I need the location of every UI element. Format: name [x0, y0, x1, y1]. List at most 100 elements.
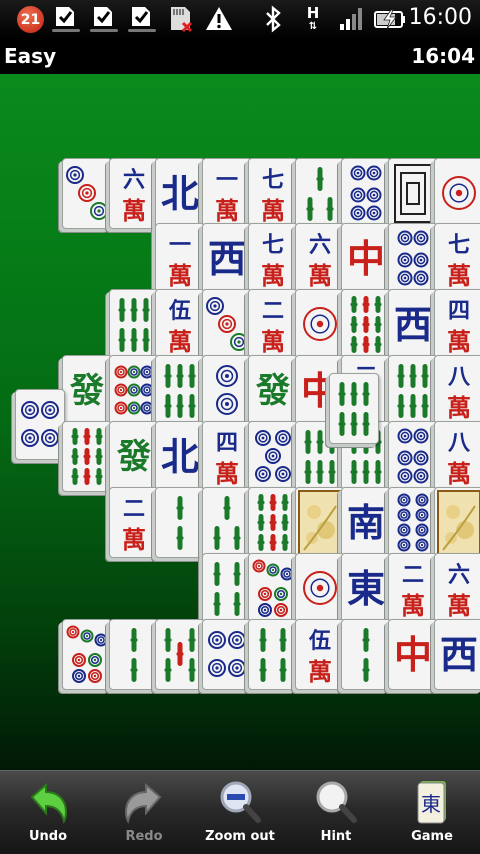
mahjong-tile[interactable] [109, 619, 159, 690]
tile-face-bamboo [164, 364, 196, 418]
tile-face-bamboo [350, 296, 382, 353]
status-clock: 16:00 [408, 5, 472, 30]
mahjong-tile[interactable] [202, 355, 252, 426]
tile-face-bamboo [306, 167, 334, 221]
mahjong-tile-character[interactable]: 六萬 [295, 223, 345, 294]
mahjong-tile-dragon[interactable]: 中 [341, 223, 391, 294]
mahjong-tile-character[interactable]: 二萬 [248, 289, 298, 360]
mahjong-tile-character[interactable]: 一萬 [155, 223, 205, 294]
svg-text:萬: 萬 [447, 591, 471, 620]
mahjong-tile-wind[interactable]: 南 [341, 487, 391, 558]
tile-face-character: 一萬 [168, 232, 192, 290]
svg-text:七: 七 [448, 232, 470, 258]
mahjong-tile-dragon[interactable]: 發 [248, 355, 298, 426]
svg-text:西: 西 [208, 236, 246, 281]
mahjong-tile-character[interactable]: 六萬 [109, 158, 159, 229]
tile-face-bamboo [176, 496, 184, 550]
tile-face-dragon: 中 [347, 236, 385, 281]
mahjong-tile-dragon[interactable]: 發 [109, 421, 159, 492]
svg-text:萬: 萬 [122, 525, 146, 554]
mahjong-tile[interactable] [388, 223, 438, 294]
mahjong-tile[interactable] [62, 158, 112, 229]
svg-text:六: 六 [123, 167, 145, 193]
tile-face-character: 一萬 [215, 167, 239, 225]
mahjong-tile[interactable] [295, 487, 345, 558]
game-title-bar: Easy 16:04 [0, 38, 480, 74]
mahjong-tile-dragon[interactable]: 發 [62, 355, 112, 426]
svg-text:西: 西 [394, 302, 432, 347]
tile-face-bamboo [164, 628, 196, 682]
mahjong-tile[interactable] [62, 619, 112, 690]
mahjong-tile[interactable] [109, 289, 159, 360]
redo-arrow-icon [124, 782, 162, 824]
tile-face-character: 六萬 [447, 562, 471, 620]
mahjong-tile-wind[interactable]: 西 [388, 289, 438, 360]
mahjong-tile[interactable] [15, 389, 65, 460]
mahjong-tile[interactable] [202, 619, 252, 690]
mahjong-tile-character[interactable]: 八萬 [434, 355, 480, 426]
mahjong-tile-wind[interactable]: 西 [202, 223, 252, 294]
svg-text:萬: 萬 [261, 327, 285, 356]
mahjong-tile[interactable] [434, 487, 480, 558]
bluetooth-icon [266, 5, 281, 33]
svg-text:萬: 萬 [215, 459, 239, 488]
mahjong-tile[interactable] [155, 355, 205, 426]
svg-text:發: 發 [255, 371, 290, 411]
mahjong-tile[interactable] [341, 158, 391, 229]
mahjong-tile[interactable] [295, 289, 345, 360]
mahjong-tile[interactable] [248, 421, 298, 492]
mahjong-tile[interactable] [202, 553, 252, 624]
undo-button[interactable]: Undo [0, 771, 96, 854]
mahjong-tile-character[interactable]: 伍萬 [155, 289, 205, 360]
mahjong-tile-wind[interactable]: 北 [155, 158, 205, 229]
zoom-out-button[interactable]: Zoom out [192, 771, 288, 854]
redo-button[interactable]: Redo [96, 771, 192, 854]
mahjong-tile-character[interactable]: 七萬 [248, 158, 298, 229]
mahjong-tile[interactable] [202, 289, 252, 360]
mahjong-tile[interactable] [248, 619, 298, 690]
mahjong-tile-wind[interactable]: 北 [155, 421, 205, 492]
tile-face-character: 二萬 [122, 496, 146, 554]
task-checkbox-icon [90, 7, 118, 32]
mahjong-tile-character[interactable]: 七萬 [434, 223, 480, 294]
mahjong-tile[interactable] [434, 158, 480, 229]
mahjong-tile-wind[interactable]: 東 [341, 553, 391, 624]
game-menu-button[interactable]: 東 Game [384, 771, 480, 854]
mahjong-tile-character[interactable]: 八萬 [434, 421, 480, 492]
svg-text:萬: 萬 [447, 261, 471, 290]
svg-text:四: 四 [216, 430, 238, 456]
mahjong-tile[interactable] [248, 487, 298, 558]
tile-face-character: 二萬 [401, 562, 425, 620]
mahjong-tile[interactable] [388, 421, 438, 492]
mahjong-tile-character[interactable]: 伍萬 [295, 619, 345, 690]
mahjong-tile[interactable] [155, 619, 205, 690]
svg-text:北: 北 [161, 434, 199, 479]
mahjong-tile-character[interactable]: 七萬 [248, 223, 298, 294]
mahjong-tile[interactable] [388, 355, 438, 426]
mahjong-tile-character[interactable]: 六萬 [434, 553, 480, 624]
mahjong-tile[interactable] [248, 553, 298, 624]
hint-button[interactable]: Hint [288, 771, 384, 854]
svg-text:萬: 萬 [447, 327, 471, 356]
tile-face-bamboo [213, 562, 241, 616]
mahjong-tile[interactable] [295, 553, 345, 624]
mahjong-tile[interactable] [62, 421, 112, 492]
mahjong-tile-wind[interactable]: 西 [434, 619, 480, 690]
mahjong-tile[interactable] [295, 158, 345, 229]
mahjong-tile[interactable] [341, 289, 391, 360]
mahjong-tile[interactable] [388, 487, 438, 558]
mahjong-tile-character[interactable]: 四萬 [434, 289, 480, 360]
mahjong-tile-dragon[interactable]: 中 [388, 619, 438, 690]
mahjong-tile-character[interactable]: 二萬 [109, 487, 159, 558]
mahjong-tile-dragon[interactable] [388, 158, 438, 229]
mahjong-tile-character[interactable]: 四萬 [202, 421, 252, 492]
mahjong-tile[interactable] [109, 355, 159, 426]
tile-face-circles [350, 165, 382, 221]
mahjong-tile[interactable] [329, 373, 379, 444]
mahjong-tile-character[interactable]: 二萬 [388, 553, 438, 624]
notification-count-badge[interactable]: 21 [17, 6, 44, 33]
mahjong-tile[interactable] [155, 487, 205, 558]
mahjong-tile[interactable] [202, 487, 252, 558]
mahjong-tile-character[interactable]: 一萬 [202, 158, 252, 229]
mahjong-tile[interactable] [341, 619, 391, 690]
